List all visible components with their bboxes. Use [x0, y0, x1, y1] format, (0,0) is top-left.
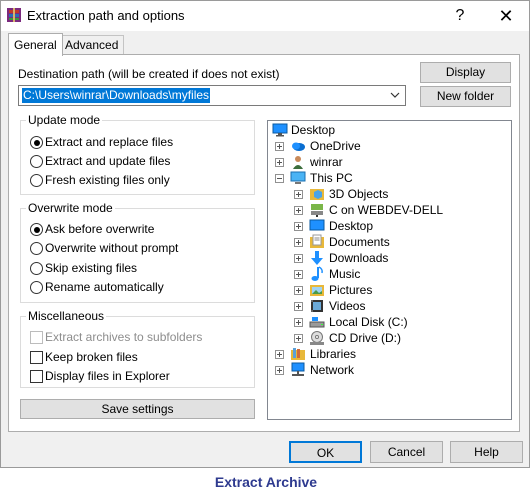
expand-icon[interactable]	[294, 302, 303, 311]
radio-button[interactable]	[30, 262, 43, 275]
documents-icon	[310, 234, 324, 248]
onedrive-icon	[292, 142, 305, 151]
tree-label[interactable]: Network	[310, 363, 354, 377]
tree-label[interactable]: C on WEBDEV-DELL	[329, 203, 443, 217]
expand-icon[interactable]	[294, 206, 303, 215]
winrar-app-icon	[7, 8, 21, 22]
expand-icon[interactable]	[275, 350, 284, 359]
close-icon: ✕	[498, 6, 514, 26]
downloads-icon	[311, 251, 323, 265]
radio-button[interactable]	[30, 174, 43, 187]
chevron-down-icon[interactable]	[389, 88, 401, 102]
libraries-icon	[291, 348, 305, 360]
overwrite-mode-title: Overwrite mode	[26, 201, 115, 215]
3d-objects-icon	[310, 189, 324, 200]
checkbox-label[interactable]: Keep broken files	[45, 350, 138, 364]
tree-label[interactable]: Downloads	[329, 251, 388, 265]
ok-button[interactable]: OK	[289, 441, 362, 463]
title-bar: Extraction path and options ? ✕	[1, 1, 529, 31]
expand-icon[interactable]	[294, 238, 303, 247]
radio-label[interactable]: Extract and update files	[45, 154, 170, 168]
update-mode-title: Update mode	[26, 113, 103, 127]
expand-icon[interactable]	[294, 254, 303, 263]
tree-label[interactable]: Music	[329, 267, 360, 281]
cancel-button[interactable]: Cancel	[370, 441, 443, 463]
expand-icon[interactable]	[275, 158, 284, 167]
checkbox	[30, 331, 43, 344]
destination-path-value[interactable]: C:\Users\winrar\Downloads\myfiles	[22, 88, 211, 103]
expand-icon[interactable]	[294, 222, 303, 231]
cd-drive-icon	[310, 331, 324, 345]
checkbox[interactable]	[30, 351, 43, 364]
new-folder-button[interactable]: New folder	[420, 86, 511, 107]
tree-label[interactable]: Videos	[329, 299, 365, 313]
expand-icon[interactable]	[294, 318, 303, 327]
save-settings-button[interactable]: Save settings	[20, 399, 255, 419]
radio-label[interactable]: Extract and replace files	[45, 135, 173, 149]
help-button[interactable]: Help	[450, 441, 523, 463]
question-icon: ?	[455, 7, 465, 24]
checkbox[interactable]	[30, 370, 43, 383]
radio-button[interactable]	[30, 242, 43, 255]
caption: Extract Archive	[214, 474, 318, 490]
local-disk-icon	[309, 317, 325, 328]
window-title: Extraction path and options	[27, 8, 185, 23]
network-drive-icon	[311, 204, 323, 217]
desktop-icon	[272, 123, 288, 137]
expand-icon[interactable]	[294, 334, 303, 343]
expand-icon[interactable]	[294, 270, 303, 279]
help-title-button[interactable]: ?	[437, 1, 483, 31]
expand-icon[interactable]	[294, 190, 303, 199]
folder-tree[interactable]: Desktop OneDrive winrar This PC 3D Objec…	[267, 120, 512, 420]
tab-advanced[interactable]: Advanced	[59, 35, 125, 55]
tab-general[interactable]: General	[8, 33, 63, 56]
radio-button[interactable]	[30, 223, 43, 236]
tree-label[interactable]: OneDrive	[310, 139, 361, 153]
tree-label[interactable]: Libraries	[310, 347, 356, 361]
pictures-icon	[310, 285, 324, 296]
miscellaneous-group: Miscellaneous Extract archives to subfol…	[20, 309, 255, 388]
radio-button[interactable]	[30, 155, 43, 168]
radio-label[interactable]: Ask before overwrite	[45, 222, 154, 236]
radio-label[interactable]: Rename automatically	[45, 280, 164, 294]
expand-icon[interactable]	[275, 366, 284, 375]
tree-label[interactable]: This PC	[310, 171, 353, 185]
destination-label: Destination path (will be created if doe…	[18, 67, 280, 81]
update-mode-group: Update mode Extract and replace files Ex…	[20, 113, 255, 195]
tree-label[interactable]: winrar	[310, 155, 343, 169]
tree-label[interactable]: Local Disk (C:)	[329, 315, 408, 329]
network-icon	[291, 362, 305, 376]
checkbox-label: Extract archives to subfolders	[45, 330, 203, 344]
destination-path-combobox[interactable]: C:\Users\winrar\Downloads\myfiles	[18, 85, 406, 106]
tree-label[interactable]: Documents	[329, 235, 390, 249]
radio-button[interactable]	[30, 136, 43, 149]
radio-label[interactable]: Skip existing files	[45, 261, 137, 275]
close-button[interactable]: ✕	[483, 1, 529, 31]
tree-label[interactable]: Desktop	[291, 123, 335, 137]
tree-label[interactable]: CD Drive (D:)	[329, 331, 401, 345]
collapse-icon[interactable]	[275, 174, 284, 183]
overwrite-mode-group: Overwrite mode Ask before overwrite Over…	[20, 201, 255, 303]
expand-icon[interactable]	[275, 142, 284, 151]
videos-icon	[311, 300, 323, 312]
tree-label[interactable]: 3D Objects	[329, 187, 388, 201]
radio-label[interactable]: Fresh existing files only	[45, 173, 170, 187]
radio-button[interactable]	[30, 281, 43, 294]
expand-icon[interactable]	[294, 286, 303, 295]
checkbox-label[interactable]: Display files in Explorer	[45, 369, 170, 383]
music-icon	[311, 266, 323, 281]
tree-label[interactable]: Desktop	[329, 219, 373, 233]
desktop-icon	[309, 219, 325, 231]
pc-icon	[290, 171, 306, 184]
tree-label[interactable]: Pictures	[329, 283, 372, 297]
miscellaneous-title: Miscellaneous	[26, 309, 107, 323]
user-icon	[293, 156, 303, 169]
radio-label[interactable]: Overwrite without prompt	[45, 241, 178, 255]
display-button[interactable]: Display	[420, 62, 511, 83]
